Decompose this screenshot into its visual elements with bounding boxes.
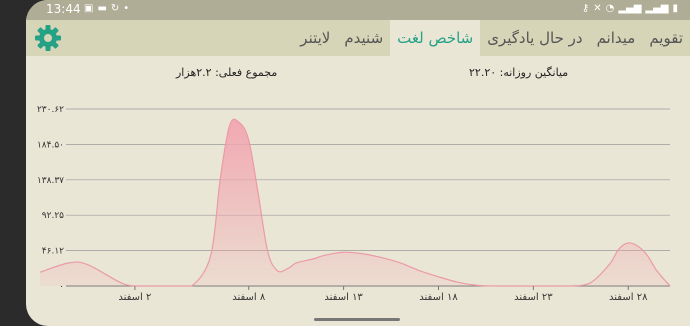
gear-icon[interactable]: [34, 24, 62, 52]
app-screen: 13:44 ▣ ▬ ↻ • ⚷ ✕ ◔ ▂▄▆ ▂▄▆ ▮ تقویم میدا…: [26, 0, 690, 326]
y-tick-label: ۱۸۴.۵۰: [37, 140, 64, 150]
tab-word-index[interactable]: شاخص لغت: [390, 20, 481, 56]
signal-icon: ▂▄▆: [618, 3, 642, 14]
current-total: مجموع فعلی: ۲.۲هزار: [176, 66, 278, 79]
y-tick-label: ۹۲.۲۵: [42, 211, 64, 221]
x-tick-label: ۲۳ اسفند: [514, 292, 553, 303]
x-tick-label: ۱۳ اسفند: [324, 292, 363, 303]
status-time: 13:44: [46, 2, 81, 16]
area-chart: ۰ ۴۶.۱۲ ۹۲.۲۵ ۱۳۸.۳۷ ۱۸۴.۵۰ ۲۳۰.۶۲ ۲ اسفند ۸ ا…: [37, 105, 671, 303]
mute-icon: ✕: [593, 3, 602, 14]
x-tick-label: ۲ اسفند: [118, 292, 151, 303]
x-tick-label: ۱۸ اسفند: [419, 292, 458, 303]
key-icon: ⚷: [581, 3, 590, 14]
status-right-icons: ⚷ ✕ ◔ ▂▄▆ ▂▄▆ ▮: [582, 3, 678, 14]
y-tick-label: ۴۶.۱۲: [42, 247, 64, 257]
tab-calendar[interactable]: تقویم: [642, 20, 690, 56]
tab-heard[interactable]: شنیدم: [337, 20, 390, 56]
daily-average: میانگین روزانه: ۲۲.۲۰: [469, 66, 569, 79]
status-left-icons: ▣ ▬ ↻ •: [84, 3, 129, 14]
image-icon: ▣: [84, 3, 94, 14]
home-indicator: [314, 318, 400, 321]
status-bar: 13:44 ▣ ▬ ↻ • ⚷ ✕ ◔ ▂▄▆ ▂▄▆ ▮: [26, 0, 690, 20]
y-tick-label: ۲۳۰.۶۲: [37, 105, 64, 115]
x-tick-label: ۲۸ اسفند: [609, 292, 648, 303]
tab-bar: تقویم میدانم در حال یادگیری شاخص لغت شنی…: [293, 20, 690, 56]
y-tick-label: ۱۳۸.۳۷: [37, 176, 64, 186]
battery-icon: ▮: [672, 3, 678, 14]
top-toolbar: تقویم میدانم در حال یادگیری شاخص لغت شنی…: [26, 20, 690, 56]
dot-icon: •: [123, 3, 130, 14]
tab-learning[interactable]: در حال یادگیری: [480, 20, 589, 56]
y-tick-label: ۰: [59, 282, 64, 292]
sync-icon: ↻: [110, 3, 120, 14]
signal-icon: ▂▄▆: [645, 3, 669, 14]
wifi-icon: ◔: [605, 3, 615, 14]
tab-known[interactable]: میدانم: [590, 20, 643, 56]
x-tick-label: ۸ اسفند: [232, 292, 266, 303]
tab-leitner[interactable]: لایتنر: [293, 20, 337, 56]
message-icon: ▬: [97, 3, 107, 14]
